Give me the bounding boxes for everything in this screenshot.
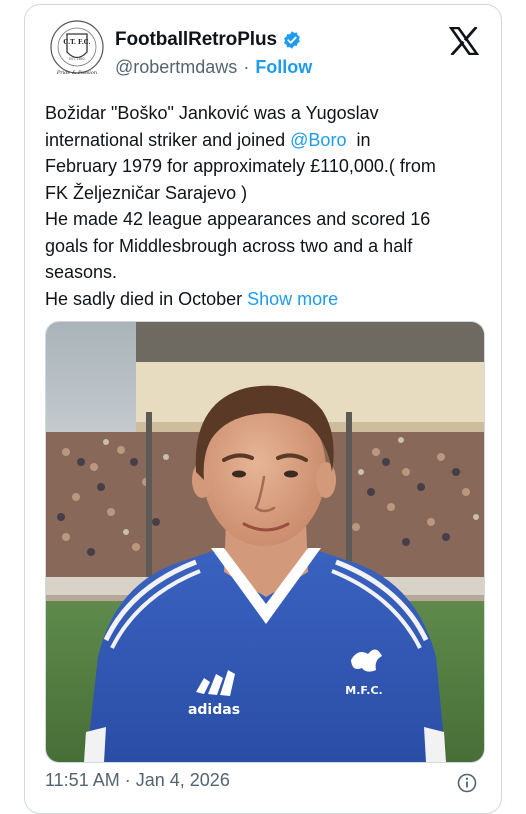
player-photo: adidas M.F.C. bbox=[46, 322, 484, 762]
crest-est: EST. 1892 bbox=[69, 57, 85, 61]
author-display-name[interactable]: FootballRetroPlus bbox=[115, 29, 277, 51]
tweet-line-2: international striker and joined @Boro i… bbox=[45, 129, 371, 150]
tweet-date: Jan 4, 2026 bbox=[135, 770, 230, 790]
tweet-line-5: He made 42 league appearances and scored… bbox=[45, 209, 431, 229]
author-handle-row: @robertmdaws · Follow bbox=[115, 57, 312, 78]
info-icon[interactable] bbox=[457, 773, 477, 793]
follow-button[interactable]: Follow bbox=[255, 57, 312, 78]
author-name-row: FootballRetroPlus bbox=[115, 29, 302, 51]
author-handle[interactable]: @robertmdaws bbox=[115, 57, 237, 78]
tweet-card[interactable]: C.T. F.C. EST. 1892 Pride & Passion Foot… bbox=[24, 4, 502, 814]
tweet-line-7: seasons. bbox=[45, 262, 118, 282]
club-crest-avatar-icon: C.T. F.C. EST. 1892 Pride & Passion bbox=[50, 20, 104, 76]
tweet-line-6: goals for Middlesbrough across two and a… bbox=[45, 235, 413, 256]
tweet-text: Božidar "Boško" Janković was a Yugoslav … bbox=[45, 100, 491, 312]
tweet-line-1: Božidar "Boško" Janković was a Yugoslav bbox=[45, 103, 379, 123]
handle-separator: · bbox=[243, 57, 250, 77]
shirt-brand-text: adidas bbox=[188, 702, 240, 718]
tweet-timestamp[interactable]: 11:51 AM · Jan 4, 2026 bbox=[45, 770, 230, 791]
crest-script: Pride & Passion bbox=[56, 70, 97, 76]
tweet-line-8-text: He sadly died in October bbox=[45, 288, 248, 309]
author-avatar[interactable]: C.T. F.C. EST. 1892 Pride & Passion bbox=[47, 19, 107, 79]
tweet-line-4: FK Željezničar Sarajevo ) bbox=[45, 182, 248, 203]
x-logo-icon[interactable] bbox=[449, 27, 479, 55]
show-more-link[interactable]: Show more bbox=[247, 289, 338, 309]
tweet-line-3: February 1979 for approximately £110,000… bbox=[45, 156, 436, 176]
tweet-time: 11:51 AM bbox=[45, 770, 120, 790]
shirt-badge-text: M.F.C. bbox=[345, 684, 382, 697]
crest-initials: C.T. F.C. bbox=[63, 39, 90, 46]
tweet-line-2-text: international striker and joined bbox=[45, 129, 291, 150]
tweet-media-photo[interactable]: adidas M.F.C. bbox=[45, 321, 485, 763]
mention-link-boro[interactable]: @Boro bbox=[290, 130, 346, 150]
verified-badge-icon[interactable] bbox=[282, 30, 302, 50]
timestamp-separator: · bbox=[124, 770, 131, 790]
tweet-line-8: He sadly died in October Show more bbox=[45, 286, 491, 313]
